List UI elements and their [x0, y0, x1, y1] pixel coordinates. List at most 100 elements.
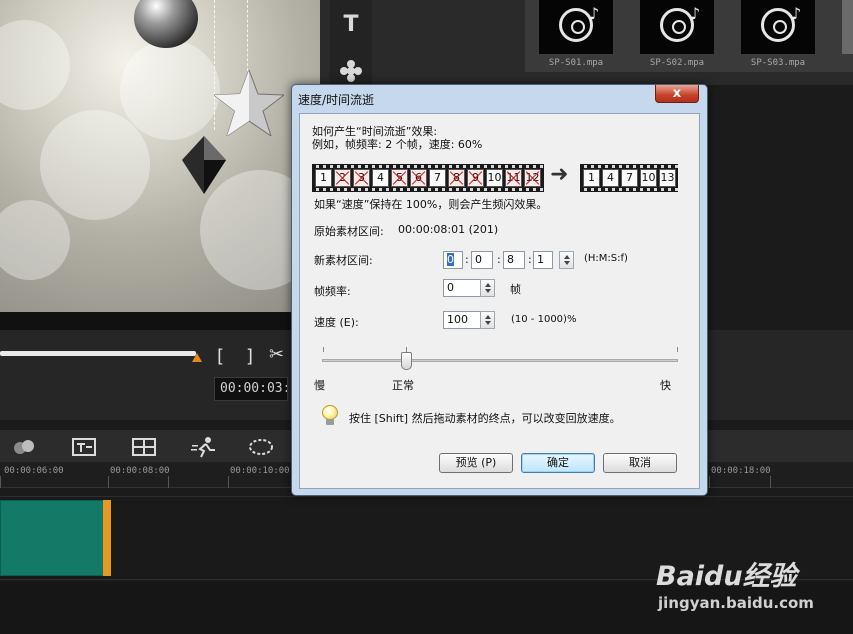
film-frame: 1: [315, 169, 332, 187]
ornament-star: [214, 70, 284, 136]
library-thumb-partial[interactable]: [842, 0, 853, 54]
graphic-tool-icon[interactable]: [338, 58, 364, 84]
speed-range-hint: (10 - 1000)%: [511, 314, 577, 325]
split-screen-icon[interactable]: [130, 436, 158, 458]
close-button[interactable]: x: [655, 85, 699, 103]
title-tool-icon[interactable]: T: [338, 12, 364, 38]
bokeh-decor: [0, 20, 70, 110]
time-separator: :: [528, 253, 532, 266]
film-frame: 7: [429, 169, 446, 187]
library-thumb-label: SP-S02.mpa: [649, 58, 705, 68]
library-thumb[interactable]: ♪: [640, 0, 714, 54]
music-note-icon: ♪: [791, 4, 802, 23]
ornament-ball: [134, 0, 198, 48]
tip-lightbulb-icon: [320, 405, 340, 425]
bokeh-decor: [120, 40, 220, 140]
video-editor-window: T ♪ SP-S01.mpa ♪ SP-S02.mpa ♪ SP-S03.mpa…: [0, 0, 853, 634]
slider-tick: [677, 347, 678, 352]
result-film-strip: 1 4 7 10 13: [580, 164, 678, 192]
ruler-tick: [0, 476, 1, 488]
speed-slider-thumb[interactable]: [401, 352, 412, 370]
ornament-string: [247, 0, 248, 76]
ruler-tick: [770, 476, 771, 488]
overlay-track-icon[interactable]: [10, 436, 38, 458]
ruler-tick-label: 00:00:18:00: [711, 466, 771, 476]
film-frame: 10: [640, 169, 657, 187]
film-frame-skipped: 2: [334, 169, 351, 187]
mark-out-button[interactable]: ]: [246, 346, 253, 367]
frame-rate-label: 帧频率:: [314, 285, 351, 298]
speed-slider-track[interactable]: [322, 359, 678, 362]
result-arrow-icon: ➜: [550, 162, 569, 187]
slider-tick: [323, 347, 324, 352]
preview-window: [0, 0, 320, 312]
film-frame: 1: [583, 169, 600, 187]
film-frame-skipped: 8: [448, 169, 465, 187]
library-thumb[interactable]: ♪: [741, 0, 815, 54]
mark-in-button[interactable]: [: [217, 346, 224, 367]
film-frame: 4: [372, 169, 389, 187]
timecode-display[interactable]: 00:00:03:: [214, 377, 288, 401]
clip-trim-handle[interactable]: [103, 500, 111, 576]
time-separator: :: [497, 253, 501, 266]
film-frame-skipped: 9: [467, 169, 484, 187]
slider-normal-label: 正常: [392, 379, 414, 392]
speed-spinner[interactable]: [480, 311, 495, 329]
music-note-icon: ♪: [690, 4, 701, 23]
library-thumb-label: SP-S01.mpa: [548, 58, 604, 68]
music-note-icon: ♪: [589, 4, 600, 23]
ruler-tick-label: 00:00:08:00: [110, 466, 170, 476]
speed-field[interactable]: 100: [443, 311, 481, 329]
film-frame-skipped: 3: [353, 169, 370, 187]
new-duration-label: 新素材区间:: [314, 254, 373, 267]
cancel-button[interactable]: 取消: [603, 453, 677, 473]
library-thumb-label: SP-S03.mpa: [750, 58, 806, 68]
trim-marker[interactable]: [192, 353, 202, 362]
tip-text: 按住 [Shift] 然后拖动素材的终点，可以改变回放速度。: [349, 412, 621, 425]
flicker-note: 如果“速度”保持在 100%，则会产生频闪效果。: [314, 198, 548, 211]
film-frame-skipped: 11: [505, 169, 522, 187]
flower-icon: [340, 60, 362, 82]
library-thumb[interactable]: ♪: [539, 0, 613, 54]
ruler-tick: [168, 476, 169, 488]
new-duration-hours-field[interactable]: 0: [443, 251, 463, 269]
bokeh-decor: [40, 110, 150, 220]
title-track-icon[interactable]: [70, 436, 98, 458]
frame-rate-field[interactable]: 0: [443, 279, 481, 297]
music-disc-icon: [559, 8, 593, 42]
new-duration-frames-field[interactable]: 1: [533, 251, 553, 269]
time-separator: :: [465, 253, 469, 266]
new-duration-minutes-field[interactable]: 0: [471, 251, 493, 269]
new-duration-spinner[interactable]: [559, 251, 574, 269]
original-duration-label: 原始素材区间:: [314, 225, 384, 238]
music-disc-icon: [660, 8, 694, 42]
trim-bar[interactable]: [0, 351, 196, 356]
slider-slow-label: 慢: [314, 379, 325, 392]
ruler-tick: [709, 476, 710, 488]
film-frame-skipped: 5: [391, 169, 408, 187]
bokeh-decor: [0, 200, 70, 280]
mask-shape-icon[interactable]: [247, 436, 275, 458]
frame-rate-spinner[interactable]: [480, 279, 495, 297]
film-frame: 10: [486, 169, 503, 187]
split-clip-icon[interactable]: ✂: [269, 344, 284, 365]
slider-fast-label: 快: [660, 379, 671, 392]
new-duration-seconds-field[interactable]: 8: [503, 251, 525, 269]
intro-line-2: 例如，帧频率: 2 个帧，速度: 60%: [312, 138, 483, 151]
ok-button[interactable]: 确定: [521, 453, 595, 473]
original-duration-value: 00:00:08:01 (201): [398, 223, 499, 236]
motion-runner-icon[interactable]: [190, 436, 218, 458]
timeline-clip[interactable]: [0, 500, 108, 576]
ruler-tick-label: 00:00:10:00: [230, 466, 290, 476]
film-frame-skipped: 12: [524, 169, 541, 187]
speed-label: 速度 (E):: [314, 316, 359, 329]
film-frame: 7: [621, 169, 638, 187]
ruler-tick-label: 00:00:06:00: [4, 466, 64, 476]
frame-rate-unit: 帧: [510, 283, 521, 296]
film-frame: 13: [659, 169, 676, 187]
ornament-diamond: [182, 136, 226, 194]
watermark-url: jingyan.baidu.com: [658, 594, 814, 612]
preview-button[interactable]: 预览 (P): [439, 453, 513, 473]
ruler-tick: [228, 476, 229, 488]
film-frame: 4: [602, 169, 619, 187]
